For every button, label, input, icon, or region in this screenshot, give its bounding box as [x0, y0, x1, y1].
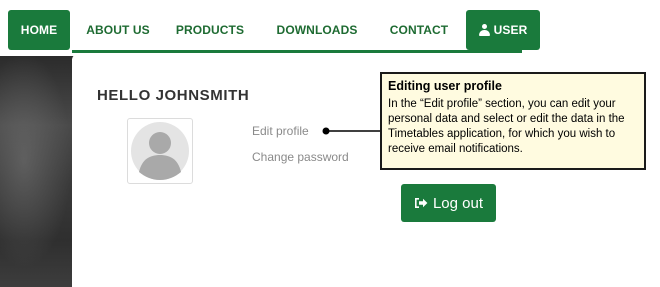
sign-out-icon: [414, 198, 428, 208]
callout-box: Editing user profile In the “Edit profil…: [380, 72, 646, 170]
logout-button[interactable]: Log out: [401, 184, 496, 222]
callout-connector: [322, 127, 382, 135]
avatar: [127, 118, 193, 184]
user-icon: [478, 24, 490, 36]
page: HOME ABOUT US PRODUCTS DOWNLOADS CONTACT…: [0, 0, 660, 287]
nav-contact[interactable]: CONTACT: [378, 10, 460, 50]
edit-profile-link[interactable]: Edit profile: [252, 124, 309, 138]
nav-products[interactable]: PRODUCTS: [164, 10, 256, 50]
nav-underline: [72, 50, 522, 53]
callout-body: In the “Edit profile” section, you can e…: [388, 98, 625, 155]
nav-home-label: HOME: [20, 23, 58, 37]
nav-user-label: USER: [493, 23, 528, 37]
nav-downloads-label: DOWNLOADS: [276, 23, 358, 37]
logout-label: Log out: [432, 194, 484, 212]
callout-title: Editing user profile: [388, 79, 502, 93]
nav-home[interactable]: HOME: [8, 10, 70, 50]
nav-downloads[interactable]: DOWNLOADS: [256, 10, 378, 50]
nav-about-label: ABOUT US: [86, 23, 150, 37]
background-photo: [0, 56, 80, 287]
avatar-placeholder-icon: [131, 122, 189, 180]
main-nav: HOME ABOUT US PRODUCTS DOWNLOADS CONTACT…: [8, 10, 540, 50]
nav-products-label: PRODUCTS: [175, 23, 245, 37]
change-password-link[interactable]: Change password: [252, 150, 349, 164]
nav-contact-label: CONTACT: [389, 23, 449, 37]
nav-user[interactable]: USER: [466, 10, 540, 50]
greeting-heading: HELLO JOHNSMITH: [97, 87, 250, 104]
nav-about-us[interactable]: ABOUT US: [72, 10, 164, 50]
